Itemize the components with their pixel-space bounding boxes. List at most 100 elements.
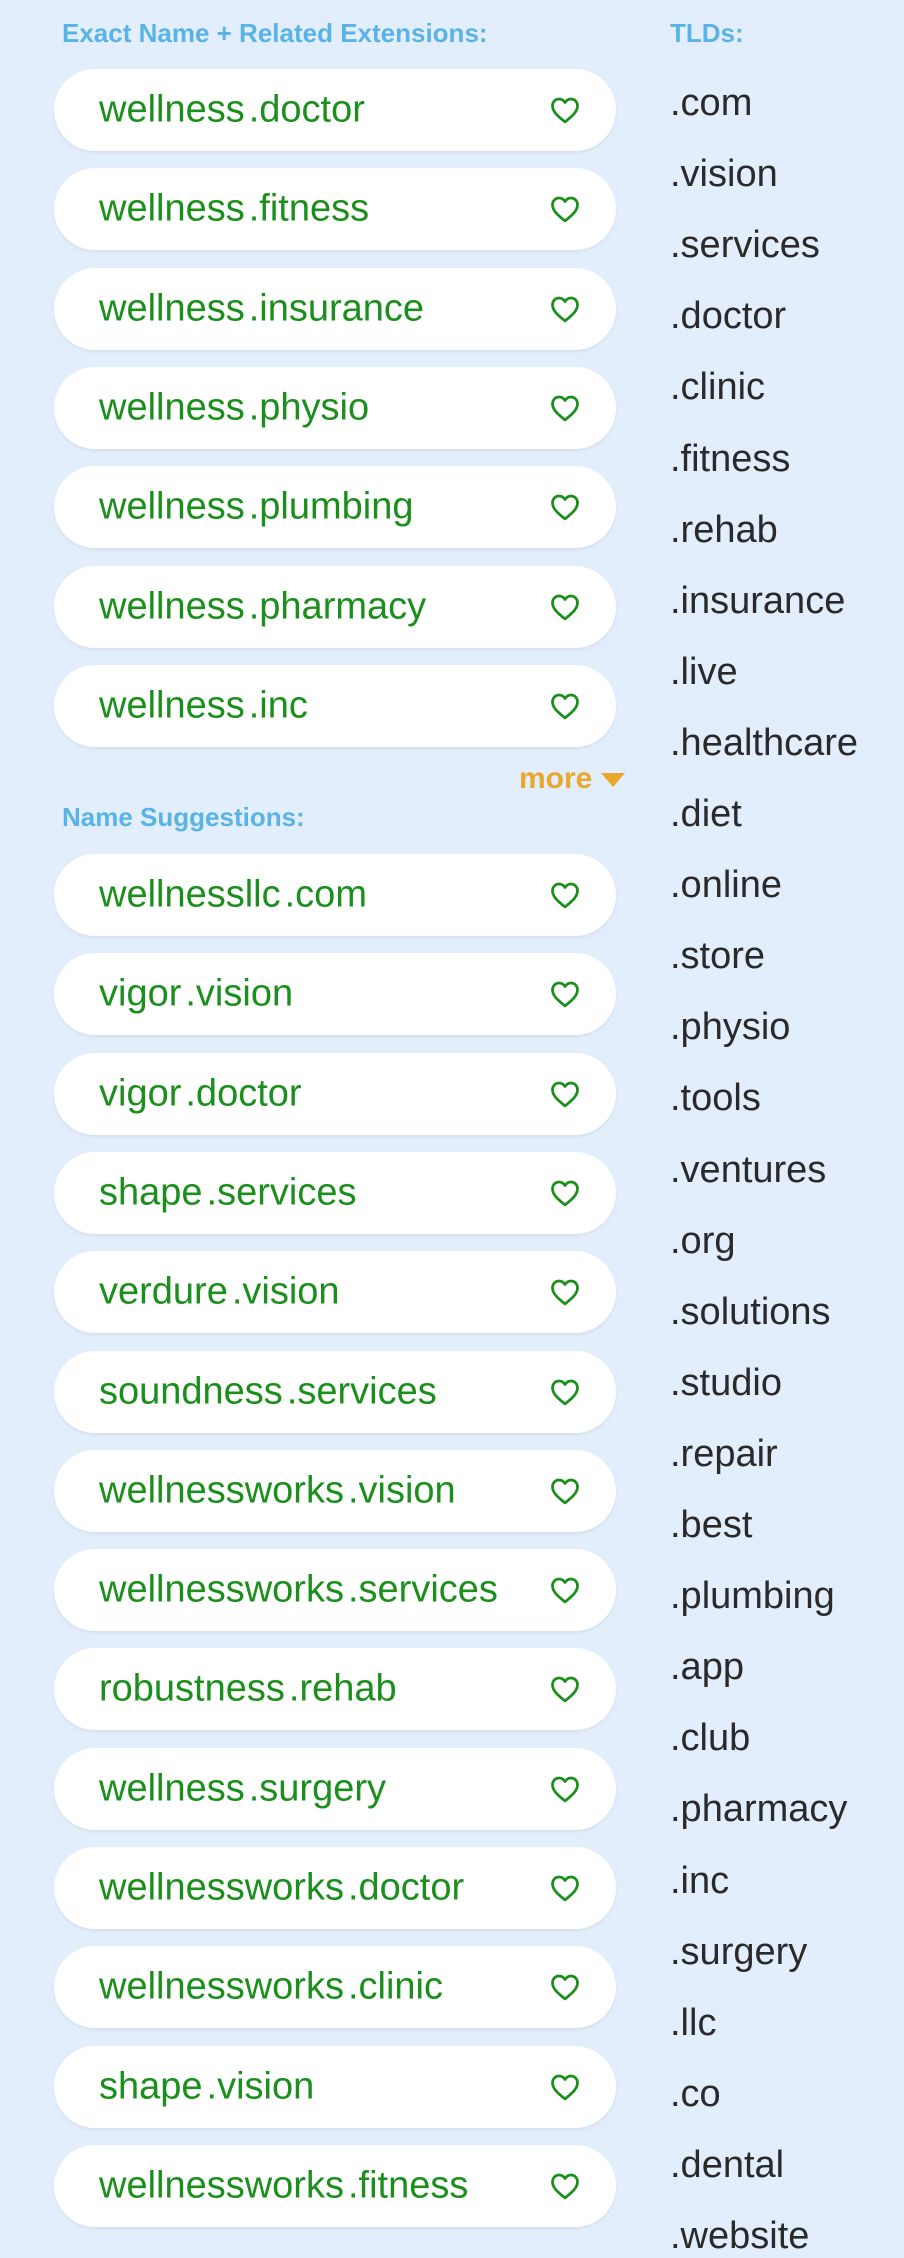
domain-pill[interactable]: wellness .inc: [54, 664, 616, 747]
heart-outline-icon[interactable]: [550, 1973, 580, 2001]
domain-label: wellness: [99, 88, 245, 131]
tld-item[interactable]: .llc: [670, 2002, 716, 2045]
domain-extension: .vision: [231, 1270, 340, 1313]
tld-item[interactable]: .com: [670, 82, 752, 125]
domain-extension: .fitness: [248, 187, 370, 230]
tld-item[interactable]: .services: [670, 224, 820, 267]
tld-item[interactable]: .co: [670, 2073, 721, 2116]
tld-item[interactable]: .healthcare: [670, 722, 858, 765]
domain-extension: .com: [284, 873, 367, 916]
tld-item[interactable]: .club: [670, 1717, 750, 1760]
heart-outline-icon[interactable]: [550, 1378, 580, 1406]
tld-item[interactable]: .pharmacy: [670, 1788, 847, 1831]
domain-name: verdure .vision: [99, 1271, 340, 1314]
domain-name: vigor .vision: [99, 973, 293, 1016]
heart-outline-icon[interactable]: [550, 1874, 580, 1902]
heart-outline-icon[interactable]: [550, 980, 580, 1008]
heart-outline-icon[interactable]: [550, 1477, 580, 1505]
tld-item[interactable]: .org: [670, 1220, 735, 1263]
heart-outline-icon[interactable]: [550, 493, 580, 521]
more-button[interactable]: more: [519, 762, 626, 796]
tld-item[interactable]: .clinic: [670, 366, 765, 409]
tld-item[interactable]: .dental: [670, 2144, 784, 2187]
domain-pill[interactable]: wellness .fitness: [54, 168, 616, 251]
tld-item[interactable]: .tools: [670, 1077, 761, 1120]
heart-outline-icon[interactable]: [550, 881, 580, 909]
tld-item[interactable]: .surgery: [670, 1931, 807, 1974]
tld-item[interactable]: .repair: [670, 1433, 778, 1476]
domain-extension: .rehab: [288, 1667, 397, 1710]
domain-pill[interactable]: wellness .physio: [54, 366, 616, 449]
heart-outline-icon[interactable]: [550, 394, 580, 422]
domain-extension: .pharmacy: [248, 585, 427, 627]
domain-name: wellness .pharmacy: [99, 585, 426, 628]
domain-pill[interactable]: wellnessworks .doctor: [54, 1847, 616, 1929]
domain-label: wellness: [99, 485, 245, 528]
domain-label: vigor: [99, 1072, 182, 1115]
domain-label: vigor: [99, 972, 182, 1015]
domain-extension: .doctor: [248, 88, 365, 131]
tld-item[interactable]: .app: [670, 1646, 744, 1689]
exact-section-heading: Exact Name + Related Extensions:: [62, 18, 488, 48]
heart-outline-icon[interactable]: [550, 692, 580, 720]
heart-outline-icon[interactable]: [550, 1775, 580, 1803]
domain-pill[interactable]: robustness .rehab: [54, 1648, 616, 1731]
tld-item[interactable]: .solutions: [670, 1291, 831, 1334]
tld-item[interactable]: .plumbing: [670, 1575, 835, 1618]
domain-name: wellnessllc .com: [99, 874, 367, 917]
domain-name: wellnessworks .doctor: [99, 1867, 464, 1910]
heart-outline-icon[interactable]: [550, 295, 580, 323]
tld-item[interactable]: .best: [670, 1504, 752, 1547]
tld-item[interactable]: .online: [670, 864, 782, 907]
tld-item[interactable]: .website: [670, 2215, 809, 2258]
domain-label: wellnessworks: [99, 1469, 344, 1512]
domain-pill[interactable]: shape .vision: [54, 2045, 616, 2128]
domain-pill[interactable]: wellnessworks .clinic: [54, 1946, 616, 2029]
domain-pill[interactable]: wellnessworks .services: [54, 1549, 616, 1632]
tld-item[interactable]: .inc: [670, 1860, 729, 1903]
domain-pill[interactable]: shape .services: [54, 1151, 616, 1234]
domain-name: wellness .surgery: [99, 1767, 386, 1810]
more-label: more: [519, 762, 593, 795]
domain-label: robustness: [99, 1667, 285, 1710]
domain-pill[interactable]: wellness .insurance: [54, 267, 616, 350]
tld-item[interactable]: .diet: [670, 793, 742, 836]
heart-outline-icon[interactable]: [550, 1278, 580, 1306]
domain-pill[interactable]: wellness .doctor: [54, 69, 616, 151]
domain-pill[interactable]: wellnessllc .com: [54, 854, 616, 936]
heart-outline-icon[interactable]: [550, 2073, 580, 2101]
tld-item[interactable]: .studio: [670, 1362, 782, 1405]
domain-pill[interactable]: soundness .services: [54, 1350, 616, 1433]
tld-item[interactable]: .rehab: [670, 509, 778, 552]
domain-extension: .inc: [248, 684, 308, 727]
domain-label: wellnessllc: [99, 873, 281, 916]
tld-item[interactable]: .live: [670, 651, 738, 694]
tld-item[interactable]: .insurance: [670, 580, 845, 623]
domain-pill[interactable]: wellness .surgery: [54, 1747, 616, 1830]
tld-item[interactable]: .physio: [670, 1006, 790, 1049]
tld-item[interactable]: .vision: [670, 153, 778, 196]
heart-outline-icon[interactable]: [550, 2172, 580, 2200]
domain-pill[interactable]: wellness .plumbing: [54, 466, 616, 549]
domain-pill[interactable]: vigor .vision: [54, 953, 616, 1036]
domain-pill[interactable]: wellnessworks .fitness: [54, 2144, 616, 2227]
heart-outline-icon[interactable]: [550, 1576, 580, 1604]
domain-name: shape .services: [99, 1171, 356, 1214]
domain-extension: .plumbing: [248, 485, 414, 528]
heart-outline-icon[interactable]: [550, 593, 580, 621]
domain-extension: .surgery: [248, 1767, 387, 1810]
tld-item[interactable]: .ventures: [670, 1149, 826, 1192]
domain-pill[interactable]: wellness .pharmacy: [54, 565, 616, 648]
tld-item[interactable]: .doctor: [670, 295, 786, 338]
domain-name: wellness .doctor: [99, 89, 365, 132]
domain-pill[interactable]: vigor .doctor: [54, 1052, 616, 1135]
heart-outline-icon[interactable]: [550, 1179, 580, 1207]
heart-outline-icon[interactable]: [550, 96, 580, 124]
domain-pill[interactable]: wellnessworks .vision: [54, 1449, 616, 1532]
domain-pill[interactable]: verdure .vision: [54, 1251, 616, 1334]
tld-item[interactable]: .fitness: [670, 438, 790, 481]
heart-outline-icon[interactable]: [550, 195, 580, 223]
heart-outline-icon[interactable]: [550, 1675, 580, 1703]
heart-outline-icon[interactable]: [550, 1080, 580, 1108]
tld-item[interactable]: .store: [670, 935, 765, 978]
